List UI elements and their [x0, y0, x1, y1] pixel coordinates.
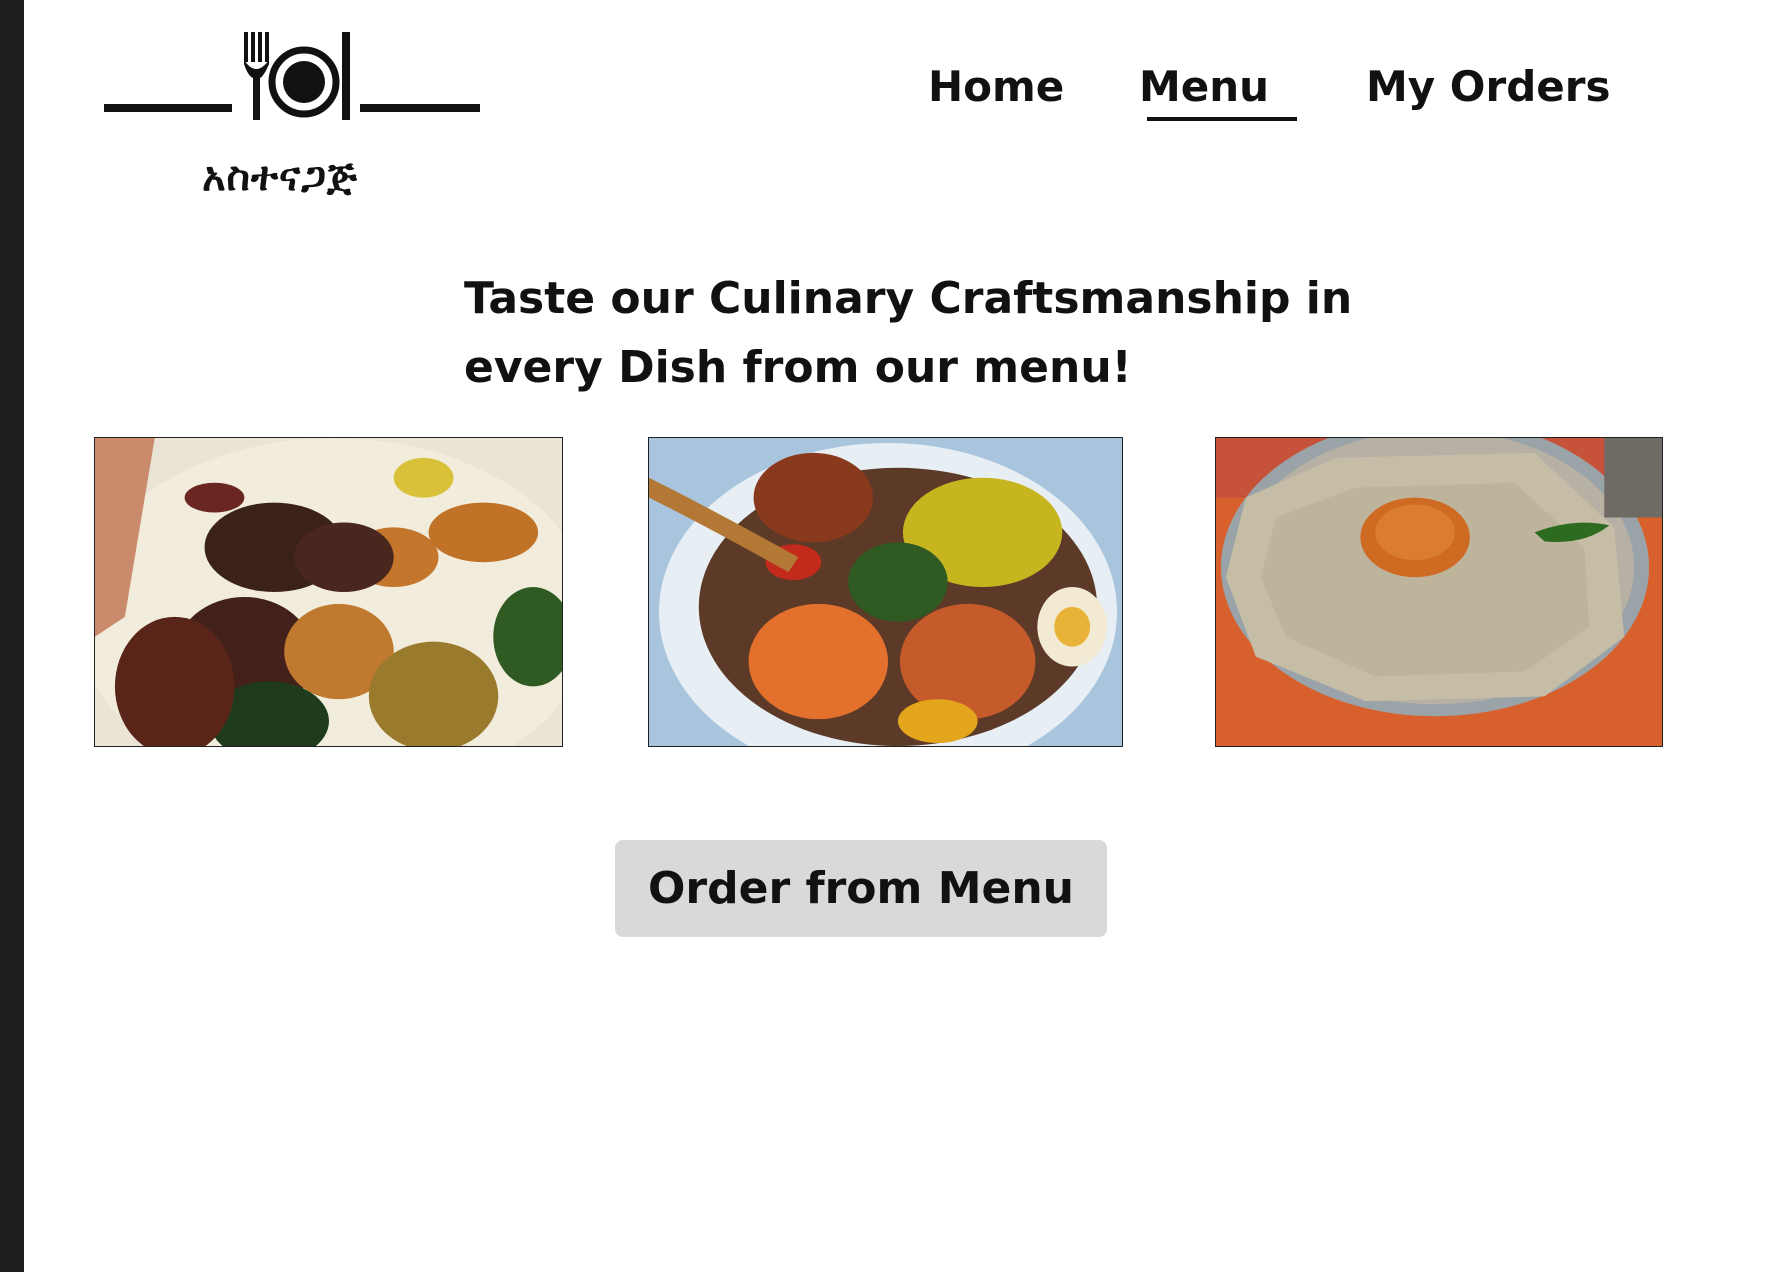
nav-home-link[interactable]: Home	[928, 62, 1064, 111]
ethiopian-platter-image	[94, 437, 563, 747]
order-from-menu-button[interactable]: Order from Menu	[615, 840, 1107, 937]
page-headline: Taste our Culinary Craftsmanship in ever…	[464, 264, 1424, 402]
nav-active-underline	[1147, 117, 1297, 121]
nav-menu-link[interactable]: Menu	[1139, 62, 1269, 111]
logo-text: አስተናጋጅ	[202, 154, 358, 200]
fork-plate-knife-icon	[104, 32, 480, 120]
injera-vegetable-plate-image	[648, 437, 1123, 747]
nav-my-orders-link[interactable]: My Orders	[1366, 62, 1610, 111]
injera-shiro-plate-image	[1215, 437, 1663, 747]
page: አስተናጋጅ Home Menu My Orders Taste our Cul…	[24, 0, 1769, 1272]
logo[interactable]: አስተናጋጅ	[80, 30, 480, 210]
window-left-edge	[0, 0, 24, 1272]
headline-line-1: Taste our Culinary Craftsmanship in	[464, 273, 1353, 324]
headline-line-2: every Dish from our menu!	[464, 342, 1132, 393]
